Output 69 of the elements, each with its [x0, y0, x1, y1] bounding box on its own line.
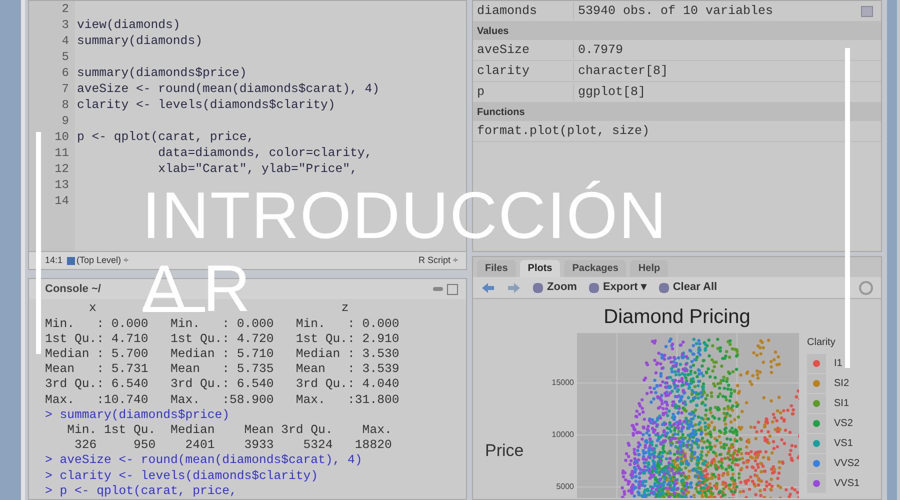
console-output: Min. 1st Qu. Median Mean 3rd Qu. Max.: [66, 422, 393, 438]
code-line: summary(diamonds): [77, 33, 204, 49]
line-number: 10: [54, 129, 69, 145]
line-number: 13: [54, 177, 69, 193]
column-header: x: [89, 301, 96, 317]
y-axis-label: Price: [485, 440, 525, 462]
console-command: > p <- qplot(carat, price,: [45, 484, 238, 499]
legend-label: SI1: [834, 396, 850, 410]
back-arrow-icon[interactable]: [481, 282, 495, 294]
refresh-icon[interactable]: [859, 280, 873, 294]
legend-label: VVS1: [834, 476, 860, 490]
code-line: aveSize <- round(mean(diamonds$carat), 4): [77, 81, 380, 97]
line-number: 3: [62, 17, 69, 33]
line-number: 4: [62, 33, 69, 49]
console-output: Median : 5.700 Median : 5.710 Median : 3.530: [45, 346, 400, 362]
code-line: data=diamonds, color=clarity,: [157, 145, 374, 161]
y-tick-label: 5000: [556, 481, 574, 493]
toolbar-button[interactable]: Zoom: [533, 279, 577, 296]
y-tick-label: 10000: [552, 429, 574, 441]
console-output: Max. :10.740 Max. :58.900 Max. :31.800: [45, 392, 400, 408]
plot-title: Diamond Pricing: [604, 305, 750, 329]
console-command: > aveSize <- round(mean(diamonds$carat), 4): [45, 453, 364, 469]
line-number: 12: [54, 161, 69, 177]
legend-label: VVS2: [834, 456, 860, 470]
console-output: 326 950 2401 3933 5324 18820: [74, 438, 393, 454]
line-number: 6: [62, 65, 69, 81]
console-command: > clarity <- levels(diamonds$clarity): [45, 468, 320, 484]
section-header: Values: [473, 22, 881, 40]
y-tick-label: 15000: [552, 377, 574, 389]
column-header: z: [341, 301, 349, 317]
maximize-icon[interactable]: [447, 284, 458, 295]
line-number: 5: [62, 49, 69, 65]
line-number: 14: [54, 193, 69, 209]
console-output: 3rd Qu.: 6.540 3rd Qu.: 6.540 3rd Qu.: 4.040: [45, 377, 400, 393]
grid-icon[interactable]: [861, 6, 873, 16]
console-output: 1st Qu.: 4.710 1st Qu.: 4.720 1st Qu.: 2.910: [45, 332, 400, 347]
legend-label: I1: [834, 356, 842, 370]
minimize-icon[interactable]: [433, 287, 443, 292]
headline: INTRODUCCIÓN: [142, 178, 668, 252]
pane-tab[interactable]: Packages: [564, 260, 626, 277]
line-number: 7: [62, 81, 69, 97]
file-type-selector[interactable]: R Script ÷: [418, 254, 458, 268]
line-number: 2: [62, 1, 69, 17]
console-output: Mean : 5.731 Mean : 5.735 Mean : 3.539: [45, 362, 400, 378]
code-line: p <- qplot(carat, price,: [77, 129, 256, 145]
toolbar-button[interactable]: Clear All: [658, 279, 718, 296]
section-header: Functions: [473, 103, 881, 121]
legend-label: VS2: [834, 416, 853, 430]
console-output: Min. : 0.000 Min. : 0.000 Min. : 0.000: [45, 316, 400, 332]
console-command: > summary(diamonds$price): [45, 408, 230, 423]
toolbar-button[interactable]: Export ▾: [588, 279, 647, 296]
console-title: Console ~/: [45, 282, 101, 298]
forward-arrow-icon[interactable]: [507, 282, 521, 294]
function-icon: [66, 256, 75, 265]
line-number: 9: [62, 113, 69, 129]
code-line: summary(diamonds$price): [77, 65, 248, 81]
legend-label: VS1: [834, 436, 853, 450]
scope-selector[interactable]: (Top Level) ÷: [76, 254, 128, 268]
line-number: 8: [62, 97, 69, 113]
pane-tab[interactable]: Files: [477, 260, 516, 277]
code-line: clarity <- levels(diamonds$clarity): [77, 97, 336, 113]
code-line: xlab="Carat", ylab="Price",: [157, 161, 358, 177]
legend-label: SI2: [834, 376, 850, 390]
code-line: view(diamonds): [77, 17, 182, 33]
cursor-position: 14:1: [45, 254, 63, 268]
pane-tab[interactable]: Plots: [520, 260, 560, 277]
line-number: 11: [54, 145, 69, 161]
pane-tab[interactable]: Help: [630, 260, 668, 277]
legend-title: Clarity: [807, 336, 836, 350]
